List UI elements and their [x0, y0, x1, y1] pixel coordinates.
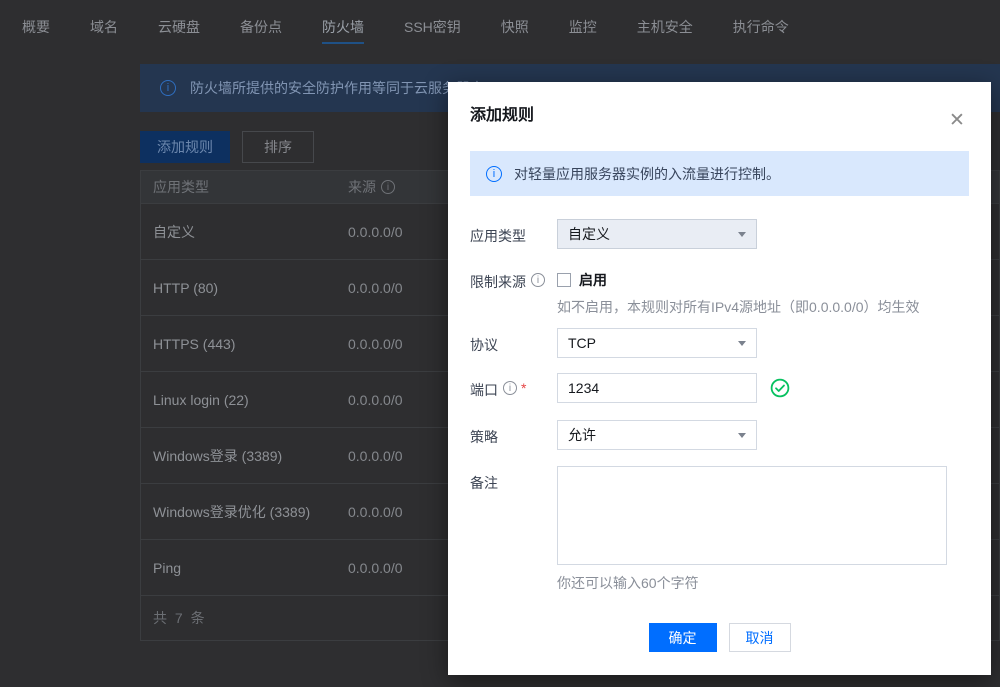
enable-checkbox-row[interactable]: 启用 — [557, 270, 920, 290]
protocol-select[interactable]: TCP — [557, 328, 757, 358]
app-type-selected-value: 自定义 — [568, 226, 610, 242]
tab-cloud-disk[interactable]: 云硬盘 — [158, 2, 200, 44]
enable-checkbox[interactable] — [557, 273, 571, 287]
limit-source-label-text: 限制来源 — [470, 274, 526, 290]
info-icon: i — [503, 381, 517, 395]
add-rule-button[interactable]: 添加规则 — [140, 131, 230, 163]
cell-app-type: Windows登录 (3389) — [153, 447, 283, 464]
field-row-port: 端口 i * — [470, 373, 969, 403]
policy-label-text: 策略 — [470, 429, 498, 445]
chevron-down-icon — [738, 341, 746, 346]
enable-checkbox-label: 启用 — [579, 272, 607, 288]
protocol-selected-value: TCP — [568, 335, 596, 351]
app-type-select[interactable]: 自定义 — [557, 219, 757, 249]
chevron-down-icon — [738, 232, 746, 237]
tab-domain[interactable]: 域名 — [90, 2, 118, 44]
tab-snapshot[interactable]: 快照 — [501, 2, 529, 44]
column-header-app-type: 应用类型 — [153, 179, 209, 195]
app-type-label: 应用类型 — [470, 219, 557, 249]
field-row-limit-source: 限制来源 i 启用 如不启用，本规则对所有IPv4源地址（即0.0.0.0/0）… — [470, 270, 969, 316]
required-asterisk: * — [521, 380, 527, 396]
tab-firewall[interactable]: 防火墙 — [322, 2, 364, 44]
info-icon: i — [160, 80, 176, 96]
tab-host-security[interactable]: 主机安全 — [637, 2, 693, 44]
info-icon: i — [531, 273, 545, 287]
firewall-banner-text: 防火墙所提供的安全防护作用等同于云服务器中 — [190, 80, 484, 96]
app-type-label-text: 应用类型 — [470, 228, 526, 244]
cancel-button[interactable]: 取消 — [728, 623, 791, 652]
cell-app-type: HTTP (80) — [153, 279, 219, 296]
field-row-policy: 策略 允许 — [470, 420, 969, 450]
tab-monitoring[interactable]: 监控 — [569, 2, 597, 44]
sort-button[interactable]: 排序 — [242, 131, 314, 163]
tab-backup-point[interactable]: 备份点 — [240, 2, 282, 44]
port-label-text: 端口 — [470, 382, 498, 398]
remark-char-counter: 你还可以输入60个字符 — [557, 575, 699, 591]
policy-selected-value: 允许 — [568, 427, 596, 443]
dialog-title: 添加规则 — [470, 107, 535, 124]
dialog-banner-text: 对轻量应用服务器实例的入流量进行控制。 — [514, 165, 780, 182]
field-row-remark: 备注 你还可以输入60个字符 — [470, 466, 969, 591]
instance-tab-bar: 概要 域名 云硬盘 备份点 防火墙 SSH密钥 快照 监控 主机安全 执行命令 — [0, 0, 1000, 44]
info-icon: i — [486, 165, 502, 182]
valid-check-icon — [770, 378, 790, 398]
close-icon[interactable]: ✕ — [945, 108, 969, 132]
limit-source-label: 限制来源 i — [470, 270, 557, 316]
protocol-label: 协议 — [470, 328, 557, 358]
column-header-source-label: 来源 — [348, 179, 376, 195]
tab-run-command[interactable]: 执行命令 — [733, 2, 789, 44]
remark-label-text: 备注 — [470, 475, 498, 491]
add-rule-dialog: 添加规则 ✕ i 对轻量应用服务器实例的入流量进行控制。 应用类型 自定义 限制… — [448, 82, 991, 675]
tab-overview[interactable]: 概要 — [22, 2, 50, 44]
policy-select[interactable]: 允许 — [557, 420, 757, 450]
limit-source-hint: 如不启用，本规则对所有IPv4源地址（即0.0.0.0/0）均生效 — [557, 299, 920, 315]
protocol-label-text: 协议 — [470, 337, 498, 353]
field-row-protocol: 协议 TCP — [470, 328, 969, 358]
confirm-button[interactable]: 确定 — [648, 623, 717, 652]
cell-app-type: Linux login (22) — [153, 391, 249, 408]
chevron-down-icon — [738, 433, 746, 438]
cell-app-type: Windows登录优化 (3389) — [153, 503, 311, 520]
port-input[interactable] — [557, 373, 757, 403]
cell-app-type: 自定义 — [153, 223, 195, 240]
remark-textarea[interactable] — [557, 466, 947, 565]
cell-app-type: Ping — [153, 559, 182, 576]
dialog-info-banner: i 对轻量应用服务器实例的入流量进行控制。 — [470, 151, 969, 196]
policy-label: 策略 — [470, 420, 557, 450]
field-row-app-type: 应用类型 自定义 — [470, 219, 969, 249]
remark-label: 备注 — [470, 466, 557, 591]
info-icon: i — [381, 180, 395, 194]
cell-app-type: HTTPS (443) — [153, 335, 236, 352]
port-label: 端口 i * — [470, 373, 557, 403]
tab-ssh-key[interactable]: SSH密钥 — [404, 2, 461, 44]
